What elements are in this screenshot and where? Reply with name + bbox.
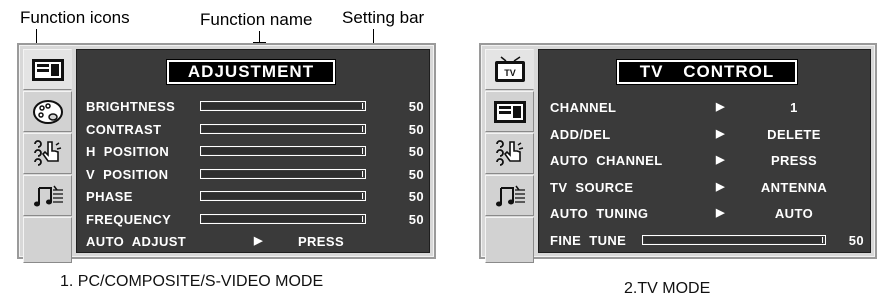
tab-adjustment[interactable] [485,91,534,132]
function-icon-tabs [23,49,72,264]
menu-row-auto-tuning[interactable]: AUTO TUNING ▶ AUTO [550,203,870,223]
tab-color[interactable] [23,91,72,132]
menu-row-auto-channel[interactable]: AUTO CHANNEL ▶ PRESS [550,150,870,170]
setting-option-value: 1 [790,100,798,115]
setting-bar[interactable] [642,234,826,245]
menu-row-label: AUTO TUNING [550,206,649,221]
setting-bar[interactable] [200,168,366,179]
menu-row-label: V POSITION [86,166,169,182]
menu-row-label: CONTRAST [86,121,162,137]
adjustment-icon [31,58,64,81]
function-title: TV CONTROL [616,59,798,85]
tab-audio[interactable] [23,175,72,216]
tv-mode-osd-window: TV TV CONTROL CHANNEL ▶ 1 ADD/DEL ▶ DELE… [479,43,877,263]
setting-option-value: ANTENNA [760,179,828,195]
tab-position[interactable] [23,133,72,174]
setting-bar[interactable] [200,213,366,224]
setting-bar-fill [202,125,363,132]
function-title: ADJUSTMENT [166,59,336,85]
setting-value: 50 [408,99,424,114]
menu-row-label: AUTO CHANNEL [550,153,663,168]
setting-bar-annotation: Setting bar [342,8,425,27]
tv-icon-label: TV [504,68,516,78]
setting-value: 50 [408,211,424,227]
tab-empty [23,217,72,263]
right-arrow-icon[interactable]: ▶ [254,234,263,247]
setting-value: 50 [408,144,424,159]
setting-bar-fill [202,215,363,222]
menu-row-label: TV SOURCE [550,179,634,195]
menu-row-tv-source[interactable]: TV SOURCE ▶ ANTENNA [550,177,870,197]
tv-control-panel: TV CONTROL CHANNEL ▶ 1 ADD/DEL ▶ DELETE AUTO C… [538,49,871,253]
music-note-icon [33,185,63,206]
setting-bar-fill [202,148,363,154]
setting-bar-fill [202,103,363,109]
function-name-annotation: Function name [200,10,313,29]
setting-value: 50 [848,232,864,248]
menu-row-auto-adjust[interactable]: AUTO ADJUST ▶ PRESS [86,231,435,251]
right-arrow-icon[interactable]: ▶ [716,153,725,166]
setting-bar[interactable] [200,146,366,156]
music-note-icon [495,185,525,206]
tab-empty [485,217,534,263]
menu-row-brightness[interactable]: BRIGHTNESS 50 [86,96,435,116]
right-arrow-icon[interactable]: ▶ [716,206,725,219]
menu-row-frequency[interactable]: FREQUENCY 50 [86,209,435,229]
menu-row-v-position[interactable]: V POSITION 50 [86,164,435,184]
menu-row-label: BRIGHTNESS [86,99,176,114]
setting-value: 50 [408,189,424,204]
palette-icon [32,99,63,124]
menu-row-add-del[interactable]: ADD/DEL ▶ DELETE [550,124,870,144]
adjustment-icon [493,100,526,123]
setting-value: 50 [408,121,424,137]
setting-bar[interactable] [200,191,366,201]
pc-mode-osd-window: ADJUSTMENT BRIGHTNESS 50 CONTRAST 50 H POSIT… [17,43,436,263]
menu-row-label: CHANNEL [550,100,617,115]
menu-row-label: H POSITION [86,144,170,159]
menu-row-label: FREQUENCY [86,211,172,227]
tab-adjustment[interactable] [23,49,72,90]
menu-row-channel[interactable]: CHANNEL ▶ 1 [550,97,870,117]
menu-row-label: PHASE [86,189,133,204]
setting-option-value: PRESS [297,234,345,249]
setting-bar[interactable] [200,101,366,111]
setting-bar-fill [202,193,363,199]
setting-option-value: DELETE [767,126,821,142]
setting-bar[interactable] [200,123,366,134]
hand-pointer-icon [33,139,61,166]
setting-option-value: PRESS [770,153,818,168]
menu-row-label: FINE TUNE [550,232,627,248]
right-arrow-icon[interactable]: ▶ [716,127,725,140]
menu-row-contrast[interactable]: CONTRAST 50 [86,119,435,139]
pc-mode-caption: 1. PC/COMPOSITE/S-VIDEO MODE [60,273,324,290]
menu-row-phase[interactable]: PHASE 50 [86,186,435,206]
tab-tv[interactable]: TV [485,49,534,90]
right-arrow-icon[interactable]: ▶ [716,100,725,113]
setting-option-value: AUTO [774,206,814,221]
menu-row-label: AUTO ADJUST [86,234,187,249]
setting-value: 50 [408,166,424,182]
tv-icon: TV [494,55,525,82]
setting-bar-fill [202,170,363,177]
menu-row-h-position[interactable]: H POSITION 50 [86,141,435,161]
tab-position[interactable] [485,133,534,174]
menu-row-label: ADD/DEL [550,126,611,142]
setting-bar-fill [644,236,823,243]
tab-audio[interactable] [485,175,534,216]
tv-mode-caption: 2.TV MODE [624,280,711,297]
function-icon-tabs: TV [485,49,534,264]
adjustment-panel: ADJUSTMENT BRIGHTNESS 50 CONTRAST 50 H POSIT… [76,49,430,253]
hand-pointer-icon [495,139,523,166]
right-arrow-icon[interactable]: ▶ [716,180,725,193]
menu-row-fine-tune[interactable]: FINE TUNE 50 [550,230,870,250]
function-icons-annotation: Function icons [20,8,130,27]
